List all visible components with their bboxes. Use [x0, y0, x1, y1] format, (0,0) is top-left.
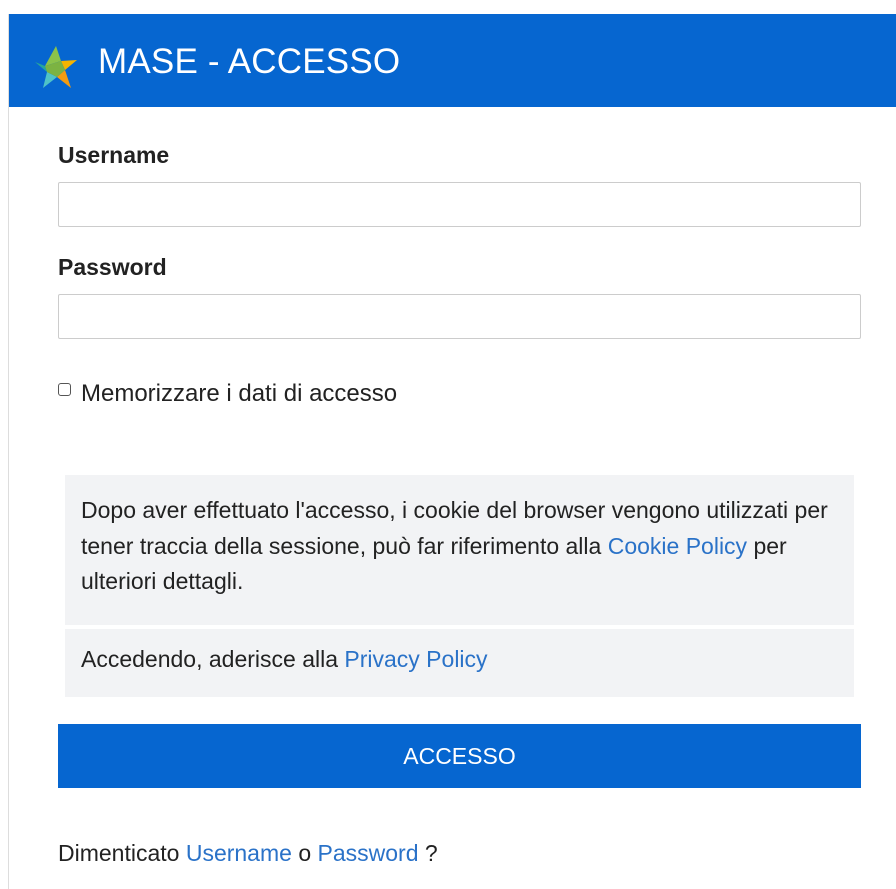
- forgot-separator: o: [291, 840, 318, 866]
- forgot-suffix: ?: [418, 840, 438, 866]
- password-label: Password: [58, 254, 167, 280]
- forgot-prefix: Dimenticato: [58, 840, 186, 866]
- remember-me-row: Memorizzare i dati di accesso: [58, 380, 397, 408]
- password-input[interactable]: [58, 294, 861, 339]
- username-label: Username: [58, 142, 170, 168]
- remember-me-checkbox[interactable]: [58, 383, 71, 396]
- login-panel: MASE - ACCESSO Username Password Memoriz…: [8, 14, 896, 889]
- forgot-username-link[interactable]: Username: [186, 840, 292, 866]
- privacy-notice-text: Accedendo, aderisce alla: [81, 646, 345, 672]
- cookie-notice: Dopo aver effettuato l'accesso, i cookie…: [65, 475, 854, 625]
- forgot-credentials: Dimenticato Username o Password ?: [58, 840, 438, 867]
- username-input[interactable]: [58, 182, 861, 227]
- header-bar: MASE - ACCESSO: [9, 14, 896, 107]
- privacy-policy-link[interactable]: Privacy Policy: [344, 646, 487, 672]
- cookie-policy-link[interactable]: Cookie Policy: [608, 533, 747, 559]
- privacy-notice: Accedendo, aderisce alla Privacy Policy: [65, 629, 854, 697]
- page-title: MASE - ACCESSO: [98, 42, 401, 81]
- login-button[interactable]: ACCESSO: [58, 724, 861, 788]
- colored-star-logo-icon: [35, 46, 77, 88]
- remember-me-label[interactable]: Memorizzare i dati di accesso: [81, 380, 397, 408]
- forgot-password-link[interactable]: Password: [318, 840, 419, 866]
